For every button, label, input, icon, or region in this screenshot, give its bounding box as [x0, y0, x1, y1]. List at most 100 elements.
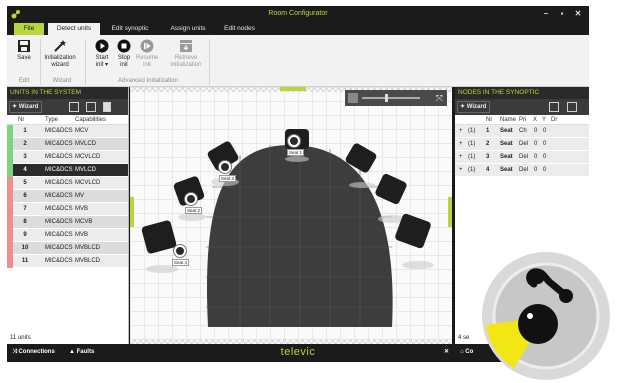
col-nr[interactable]: Nr [18, 115, 24, 125]
node-row[interactable]: + (1) 4 Seat Del 0 0 [455, 164, 589, 177]
unit-nr: 10 [21, 245, 29, 251]
resume-init-button[interactable]: Resume init [136, 39, 158, 69]
tab-file[interactable]: File [14, 23, 44, 35]
unit-row[interactable]: 6 MIC&DCS MV [7, 190, 128, 203]
ribbon-separator [85, 39, 86, 85]
room-configurator-badge-icon [482, 252, 610, 380]
unit-nr: 3 [23, 154, 27, 160]
unit-row[interactable]: 7 MIC&DCS MVB [7, 203, 128, 216]
unit-row[interactable]: 10 MIC&DCS MVBLCD [7, 242, 128, 255]
node-x: 0 [534, 167, 538, 173]
unit-capabilities: MCVLCD [75, 154, 101, 160]
node-row[interactable]: + (1) 3 Seat Del 0 0 [455, 151, 589, 164]
unit-row[interactable]: 11 MIC&DCS MVBLCD [7, 255, 128, 268]
units-wizard-button[interactable]: ✦ Wizard [9, 101, 43, 113]
ribbon: Save Initialization wizard Start init ▾ … [7, 35, 589, 87]
select-all-icon[interactable] [567, 102, 577, 112]
unit-nr: 1 [23, 128, 27, 134]
magic-wand-icon [54, 40, 66, 52]
unit-nr: 5 [23, 180, 27, 186]
select-all-icon[interactable] [86, 102, 96, 112]
expand-icon[interactable]: + [459, 138, 463, 151]
seat-3-mic-icon[interactable] [219, 161, 231, 173]
stop-init-button[interactable]: Stop init [115, 39, 133, 69]
unit-row[interactable]: 9 MIC&DCS MVB [7, 229, 128, 242]
stop-label-1: Stop [117, 55, 131, 61]
tab-edit-synoptic[interactable]: Edit synoptic [104, 23, 156, 35]
col-capabilities[interactable]: Capabilities [75, 115, 106, 125]
init-wizard-label-1: Initialization [44, 55, 76, 61]
units-list: 1 MIC&DCS MCV 2 MIC&DCS MVLCD 3 MIC&DCS MCVLCD 4 M… [7, 125, 128, 268]
start-label-1: Start [95, 55, 109, 61]
unit-capabilities: MCVB [75, 219, 93, 225]
node-row[interactable]: + (1) 2 Seat Del 0 0 [455, 138, 589, 151]
unit-state-indicator [7, 203, 13, 216]
col-x[interactable]: X [533, 115, 537, 125]
save-button[interactable]: Save [15, 39, 33, 62]
synoptic-canvas[interactable]: ⤧ Seat 1 Seat 3 Seat 2 Seat 4 [130, 87, 452, 344]
node-priority: Ch [519, 128, 527, 134]
unit-row[interactable]: 3 MIC&DCS MCVLCD [7, 151, 128, 164]
node-nr: 3 [486, 154, 490, 160]
unit-nr: 9 [23, 232, 27, 238]
col-type[interactable]: Type [45, 115, 58, 125]
unit-row[interactable]: 8 MIC&DCS MCVB [7, 216, 128, 229]
unit-state-indicator [7, 242, 13, 255]
seat-2-mic-icon[interactable] [185, 193, 197, 205]
unit-state-indicator [7, 255, 13, 268]
nodes-wizard-button[interactable]: ✦ Wizard [457, 101, 491, 113]
expand-icon[interactable]: + [459, 125, 463, 138]
node-row[interactable]: + (1) 1 Seat Ch 0 0 [455, 125, 589, 138]
wand-icon: ✦ [460, 104, 467, 110]
col-priority[interactable]: Pri [519, 115, 526, 125]
tab-detect-units[interactable]: Detect units [48, 23, 100, 35]
unit-row[interactable]: 4 MIC&DCS MVLCD [7, 164, 128, 177]
seat-1-label: Seat 1 [287, 149, 305, 156]
retrieve-icon [180, 40, 192, 52]
node-nr: 2 [486, 141, 490, 147]
fit-icon[interactable] [69, 102, 79, 112]
start-init-button[interactable]: Start init ▾ [92, 39, 112, 69]
close-icon[interactable]: ✕ [573, 9, 583, 18]
unit-state-indicator [7, 216, 13, 229]
col-name[interactable]: Name [500, 115, 516, 125]
unit-row[interactable]: 2 MIC&DCS MVLCD [7, 138, 128, 151]
nodes-list: + (1) 1 Seat Ch 0 0 + (1) 2 Seat Del 0 0 + (1) 3 Seat Del 0… [455, 125, 589, 177]
unit-nr: 11 [21, 258, 29, 264]
retrieve-init-button[interactable]: Retrieve initialization [168, 39, 204, 69]
unit-capabilities: MVBLCD [75, 245, 101, 251]
tab-edit-nodes[interactable]: Edit nodes [217, 23, 262, 35]
units-count: 11 units [10, 335, 31, 341]
wand-icon: ✦ [12, 104, 19, 110]
init-wizard-button[interactable]: Initialization wizard [43, 39, 77, 69]
minimize-icon[interactable]: – [541, 9, 551, 18]
retrieve-label-1: Retrieve [174, 55, 198, 61]
unit-row[interactable]: 5 MIC&DCS MCVLCD [7, 177, 128, 190]
seat-1-mic-icon[interactable] [288, 135, 300, 147]
units-panel: UNITS IN THE SYSTEM ✦ Wizard Nr Type Cap… [7, 87, 129, 344]
units-toolbar: ✦ Wizard [7, 99, 128, 115]
expand-icon[interactable]: + [459, 164, 463, 177]
unit-row[interactable]: 1 MIC&DCS MCV [7, 125, 128, 138]
unit-capabilities: MCVLCD [75, 180, 101, 186]
maximize-icon[interactable]: ▪ [557, 9, 567, 18]
document-icon[interactable] [103, 102, 111, 112]
retrieve-label-2: initialization [170, 62, 202, 68]
nodes-panel-title: NODES IN THE SYNOPTIC [455, 87, 589, 99]
expand-icon[interactable]: + [459, 151, 463, 164]
fit-icon[interactable] [549, 102, 559, 112]
unit-type: MIC&DCS [45, 206, 73, 212]
unit-type: MIC&DCS [45, 128, 73, 134]
group-edit-label: Edit [18, 78, 30, 84]
seat-2-label: Seat 2 [185, 207, 203, 214]
col-nr[interactable]: Nr [486, 115, 492, 125]
col-y[interactable]: Y [542, 115, 546, 125]
expand-icon[interactable]: ✕ [444, 348, 449, 357]
units-wizard-label: Wizard [18, 104, 39, 110]
node-name: Seat [500, 167, 513, 173]
tab-assign-units[interactable]: Assign units [162, 23, 214, 35]
seat-4-mic-icon[interactable] [174, 245, 186, 257]
node-y: 0 [543, 167, 547, 173]
col-dr[interactable]: Dr [551, 115, 557, 125]
badge-knob-mid [559, 289, 573, 303]
